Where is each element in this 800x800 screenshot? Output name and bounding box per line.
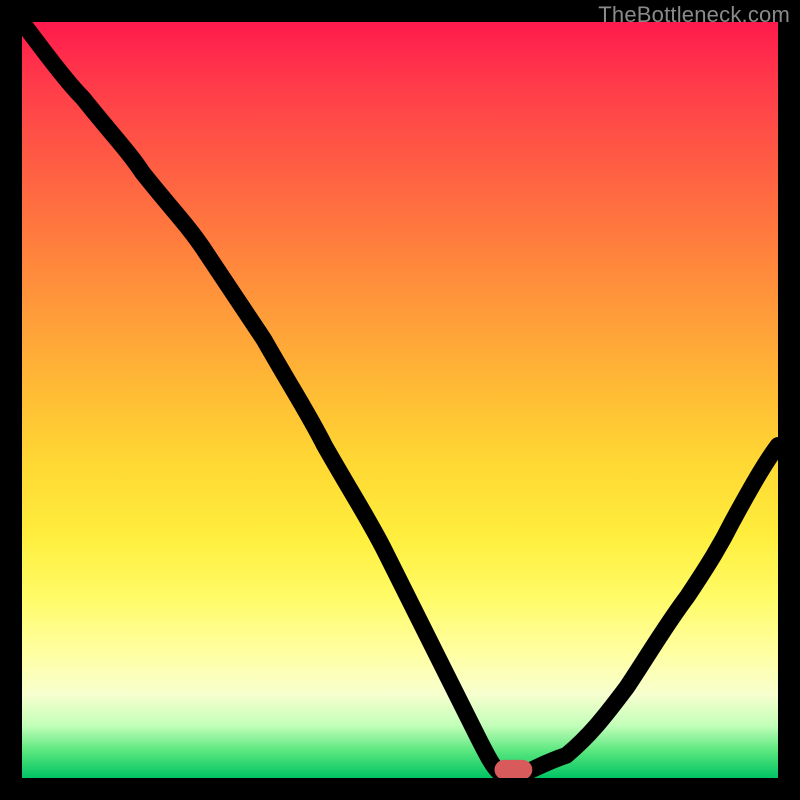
plot-area [22,22,778,778]
chart-svg [22,22,778,778]
watermark-text: TheBottleneck.com [598,2,790,28]
chart-frame: TheBottleneck.com [0,0,800,800]
min-marker [495,760,533,778]
bottleneck-curve [22,22,778,774]
